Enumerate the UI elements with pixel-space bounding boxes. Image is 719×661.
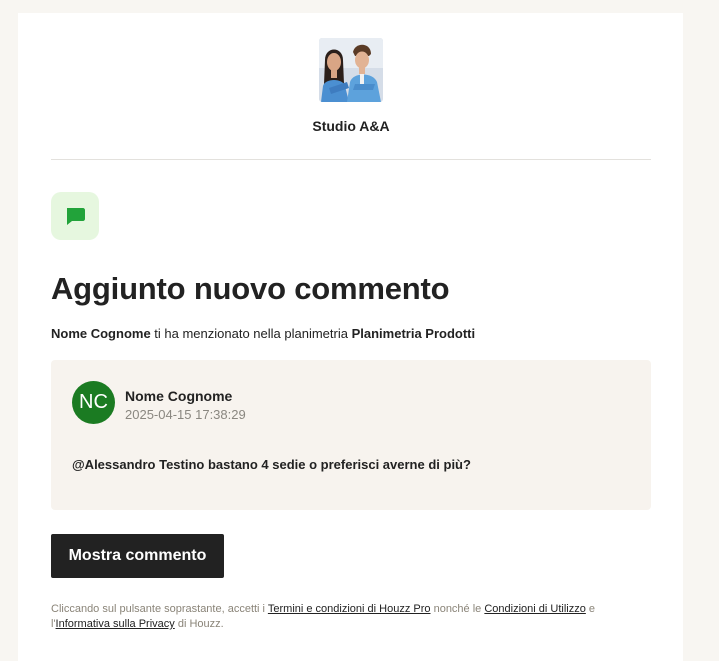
legal-text-before-terms: Cliccando sul pulsante soprastante, acce… — [51, 603, 266, 615]
email-card: Studio A&A Aggiunto nuovo commento Nome … — [18, 13, 683, 661]
mention-text: ti ha menzionato nella planimetria — [154, 326, 348, 341]
comment-box: NC Nome Cognome 2025-04-15 17:38:29 @Ale… — [51, 360, 651, 510]
conditions-link[interactable]: Condizioni di Utilizzo — [484, 603, 586, 615]
studio-name: Studio A&A — [312, 118, 390, 134]
studio-logo — [319, 38, 383, 102]
comment-author: Nome Cognome — [125, 388, 233, 404]
privacy-link[interactable]: Informativa sulla Privacy — [56, 618, 175, 630]
comment-timestamp: 2025-04-15 17:38:29 — [125, 407, 246, 422]
floorplan-name: Planimetria Prodotti — [351, 326, 476, 341]
comment-text: @Alessandro Testino bastano 4 sedie o pr… — [72, 457, 471, 472]
terms-link[interactable]: Termini e condizioni di Houzz Pro — [268, 603, 431, 615]
notification-subtitle: Nome Cognome ti ha menzionato nella plan… — [51, 326, 475, 341]
studio-header: Studio A&A — [51, 13, 651, 160]
mention-author: Nome Cognome — [51, 326, 151, 341]
legal-text-after-privacy: di Houzz. — [177, 618, 224, 630]
comment-badge — [51, 192, 99, 240]
avatar: NC — [72, 381, 115, 424]
legal-text-between: nonché le — [433, 603, 482, 615]
chat-bubble-icon — [67, 208, 85, 225]
legal-notice: Cliccando sul pulsante soprastante, acce… — [51, 602, 651, 632]
notification-title: Aggiunto nuovo commento — [51, 271, 450, 306]
show-comment-button[interactable]: Mostra commento — [51, 534, 224, 578]
